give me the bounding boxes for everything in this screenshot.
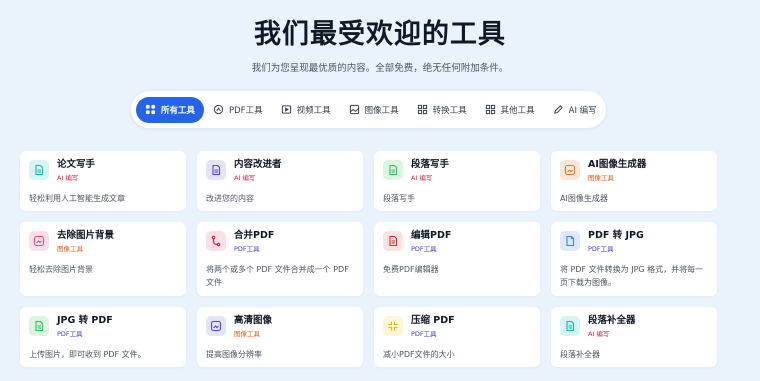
card-description: 减小PDF文件的大小 — [383, 350, 455, 359]
document-icon — [560, 316, 580, 336]
tab-label: 其他工具 — [500, 105, 535, 116]
card-title: PDF 转 JPG — [588, 230, 644, 241]
card-title: 编辑PDF — [411, 230, 452, 241]
card-description: 轻松去除图片背景 — [29, 265, 93, 274]
document-icon — [383, 231, 403, 251]
video-icon — [281, 105, 291, 114]
tab-label: 所有工具 — [161, 105, 196, 116]
tool-card-ai-image-generator[interactable]: AI图像生成器 图像工具 AI图像生成器 — [551, 151, 717, 211]
apps-icon — [485, 104, 495, 115]
card-title: 高清图像 — [234, 315, 273, 326]
tool-card-jpg-to-pdf[interactable]: JPG 转 PDF PDF工具 上传图片，即可收到 PDF 文件。 — [20, 307, 186, 367]
category-tabs: 所有工具 PDF工具 视频工具 图像工具 转换工具 其他工具 AI 编写 — [131, 91, 606, 128]
image-icon — [560, 160, 580, 180]
tab-convert-tools[interactable]: 转换工具 — [408, 97, 476, 123]
pen-icon — [553, 105, 563, 114]
grid-icon — [145, 104, 156, 115]
card-category: AI 编写 — [57, 174, 79, 182]
card-category: AI 编写 — [411, 174, 433, 182]
card-description: 将两个或多个 PDF 文件合并成一个 PDF 文件 — [206, 265, 349, 287]
compress-icon — [383, 316, 403, 336]
tab-other-tools[interactable]: 其他工具 — [476, 97, 544, 123]
card-title: 论文写手 — [57, 159, 96, 170]
card-description: 提高图像分辨率 — [206, 350, 262, 359]
document-icon — [29, 160, 49, 180]
card-title: 段落补全器 — [588, 315, 636, 326]
document-icon — [206, 160, 226, 180]
card-description: 上传图片，即可收到 PDF 文件。 — [29, 350, 146, 359]
image-icon — [349, 104, 359, 115]
tool-card-edit-pdf[interactable]: 编辑PDF PDF工具 免费PDF编辑器 — [374, 222, 540, 296]
tool-card-compress-pdf[interactable]: 压缩 PDF PDF工具 减小PDF文件的大小 — [374, 307, 540, 367]
card-description: 段落写手 — [383, 194, 415, 203]
card-description: 免费PDF编辑器 — [383, 265, 439, 274]
tab-pdf-tools[interactable]: PDF工具 — [204, 97, 272, 123]
card-category: PDF工具 — [411, 245, 437, 253]
card-title: 压缩 PDF — [411, 315, 455, 326]
card-category: PDF工具 — [57, 330, 83, 338]
tab-image-tools[interactable]: 图像工具 — [340, 97, 408, 123]
card-description: AI图像生成器 — [560, 194, 608, 203]
tab-ai-writing[interactable]: AI 编写 — [544, 97, 606, 123]
tab-label: 图像工具 — [364, 105, 399, 116]
card-title: AI图像生成器 — [588, 159, 647, 170]
tab-label: 转换工具 — [432, 105, 467, 116]
card-title: 段落写手 — [411, 159, 450, 170]
tab-label: PDF工具 — [229, 105, 263, 116]
file-icon — [560, 231, 580, 251]
convert-icon — [417, 104, 427, 115]
document-icon — [383, 160, 403, 180]
page-subtitle: 我们为您呈现最优质的内容。全部免费，绝无任何附加条件。 — [251, 63, 509, 74]
tab-label: AI 编写 — [568, 105, 597, 116]
card-category: AI 编写 — [234, 174, 256, 182]
card-description: 轻松利用人工智能生成文章 — [29, 194, 125, 203]
tab-all-tools[interactable]: 所有工具 — [136, 96, 205, 123]
pdf-tool-icon — [213, 104, 224, 115]
image-icon — [206, 316, 226, 336]
tool-card-remove-background[interactable]: 去除图片背景 图像工具 轻松去除图片背景 — [20, 222, 186, 296]
merge-icon — [206, 231, 226, 251]
card-category: 图像工具 — [57, 245, 83, 253]
card-category: PDF工具 — [411, 330, 437, 338]
document-icon — [29, 316, 49, 336]
card-description: 段落补全器 — [560, 350, 600, 359]
card-title: 内容改进者 — [234, 159, 282, 170]
tool-card-paragraph-completer[interactable]: 段落补全器 AI 编写 段落补全器 — [551, 307, 717, 367]
tab-video-tools[interactable]: 视频工具 — [272, 97, 340, 123]
tool-card-essay-writer[interactable]: 论文写手 AI 编写 轻松利用人工智能生成文章 — [20, 151, 186, 211]
card-description: 将 PDF 文件转换为 JPG 格式，并将每一页下载为图像。 — [560, 265, 704, 287]
tool-card-content-improver[interactable]: 内容改进者 AI 编写 改进您的内容 — [197, 151, 363, 211]
card-title: 去除图片背景 — [57, 230, 115, 241]
card-description: 改进您的内容 — [206, 194, 254, 203]
tab-label: 视频工具 — [296, 105, 331, 116]
card-category: AI 编写 — [588, 330, 610, 338]
tool-card-paragraph-writer[interactable]: 段落写手 AI 编写 段落写手 — [374, 151, 540, 211]
tool-card-merge-pdf[interactable]: 合并PDF PDF工具 将两个或多个 PDF 文件合并成一个 PDF 文件 — [197, 222, 363, 296]
page-title: 我们最受欢迎的工具 — [254, 19, 506, 50]
image-icon — [29, 231, 49, 251]
card-category: PDF工具 — [234, 245, 260, 253]
tool-card-pdf-to-jpg[interactable]: PDF 转 JPG PDF工具 将 PDF 文件转换为 JPG 格式，并将每一页… — [551, 222, 717, 296]
card-category: 图像工具 — [234, 330, 260, 338]
card-title: 合并PDF — [234, 230, 275, 241]
tool-card-hd-image[interactable]: 高清图像 图像工具 提高图像分辨率 — [197, 307, 363, 367]
card-title: JPG 转 PDF — [57, 315, 113, 326]
tools-grid: 论文写手 AI 编写 轻松利用人工智能生成文章 内容改进者 AI 编写 改进您的… — [20, 151, 718, 367]
card-category: 图像工具 — [588, 174, 614, 182]
card-category: PDF工具 — [588, 245, 614, 253]
